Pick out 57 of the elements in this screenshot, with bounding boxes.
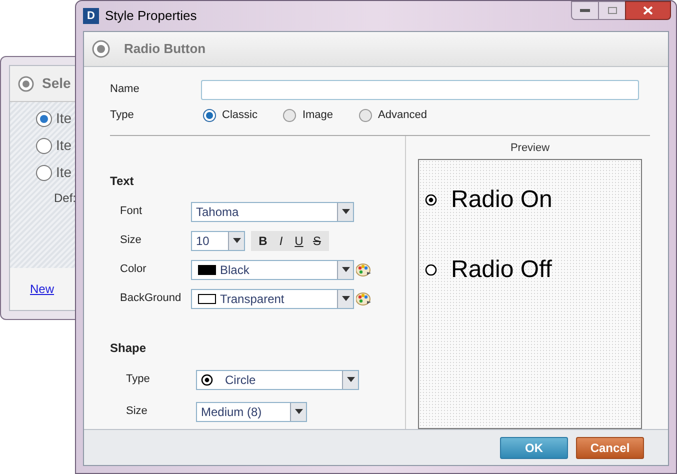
- field-label: Font: [120, 204, 144, 220]
- dropdown[interactable]: Medium (8): [196, 402, 307, 422]
- radio-icon: [18, 76, 34, 92]
- type-radio-option[interactable]: Image: [283, 107, 334, 124]
- type-radio-option[interactable]: Classic: [203, 107, 258, 124]
- dropdown[interactable]: Black: [191, 260, 354, 280]
- field-label: Type: [126, 372, 151, 388]
- header-title: Radio Button: [124, 40, 206, 58]
- preview-label: Radio On: [451, 185, 552, 215]
- close-icon: [643, 6, 653, 15]
- window-title: Style Properties: [105, 7, 197, 25]
- caret-icon: [294, 409, 302, 414]
- section-title: Shape: [110, 340, 148, 356]
- text-style-button[interactable]: I: [273, 232, 289, 250]
- section-title: Text: [110, 172, 135, 190]
- maximize-button[interactable]: [599, 1, 625, 20]
- app-logo-icon: D: [83, 8, 99, 24]
- color-palette-icon[interactable]: [356, 262, 372, 276]
- caret-icon: [342, 296, 350, 301]
- color-palette-icon[interactable]: [356, 292, 372, 306]
- dropdown[interactable]: 10: [191, 230, 245, 250]
- preview-label: Radio Off: [451, 255, 552, 285]
- new-link[interactable]: New: [30, 280, 54, 298]
- radio-button[interactable]: [36, 164, 52, 180]
- window-title: Sele: [42, 74, 71, 93]
- dropdown[interactable]: Circle: [196, 370, 359, 390]
- item-label: Ite: [56, 163, 72, 182]
- caret-icon: [342, 267, 350, 272]
- radio-icon: [201, 374, 213, 386]
- dropdown[interactable]: Transparent: [191, 288, 354, 308]
- field-label: Size: [120, 233, 142, 248]
- field-label: Type: [110, 108, 135, 124]
- preview-title: Preview: [510, 140, 550, 156]
- caret-icon: [346, 377, 354, 382]
- type-radio-option[interactable]: Advanced: [359, 107, 427, 124]
- text-style-button[interactable]: S: [309, 232, 325, 250]
- field-label: BackGround: [120, 291, 182, 306]
- item-label: Ite: [56, 109, 72, 128]
- radio-icon: [92, 40, 110, 58]
- field-label: Name: [110, 82, 140, 98]
- minimize-button[interactable]: [571, 1, 599, 20]
- field-label: Size: [126, 404, 148, 420]
- color-swatch: [198, 264, 216, 274]
- text-style-button[interactable]: B: [255, 232, 271, 250]
- caret-icon: [232, 238, 240, 243]
- default-label: Def:: [53, 190, 78, 207]
- field-label: Color: [120, 262, 148, 278]
- color-swatch: [198, 294, 216, 304]
- name-input-field[interactable]: [201, 80, 639, 100]
- radio-button[interactable]: [36, 138, 52, 154]
- close-button[interactable]: [625, 1, 671, 20]
- dropdown[interactable]: Tahoma: [191, 202, 354, 222]
- text-style-button[interactable]: U: [291, 232, 307, 250]
- radio-button[interactable]: [36, 110, 52, 126]
- caret-icon: [342, 209, 350, 214]
- item-label: Ite: [56, 136, 72, 155]
- cancel-button[interactable]: Cancel: [576, 436, 644, 458]
